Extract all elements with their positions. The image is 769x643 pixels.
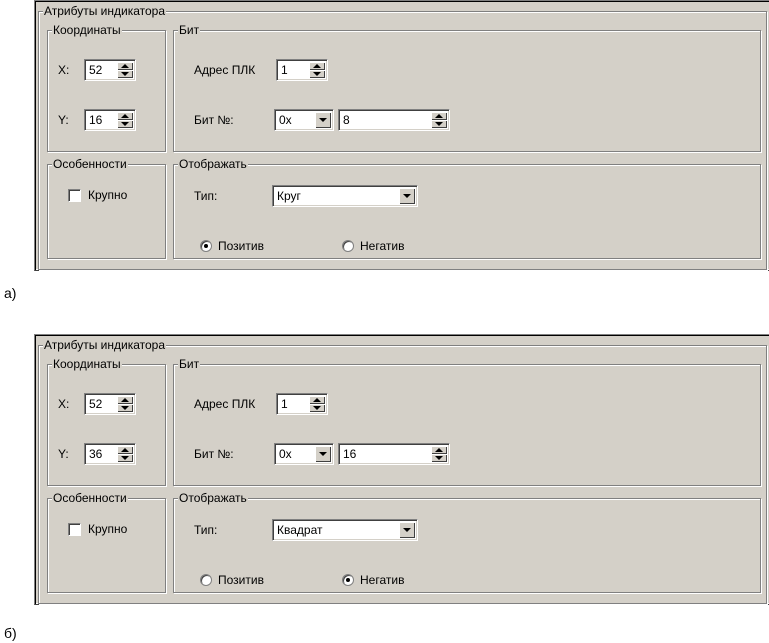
negative-radio[interactable] (342, 240, 354, 252)
large-checkbox[interactable] (68, 189, 81, 202)
y-value: 36 (89, 447, 103, 461)
spin-down-icon[interactable] (117, 454, 133, 462)
type-label: Тип: (194, 189, 218, 203)
x-spinbox[interactable]: 52 (84, 393, 136, 415)
y-value: 16 (89, 113, 103, 127)
positive-radio[interactable] (200, 240, 212, 252)
base-value: 0x (279, 113, 292, 127)
features-group: Особенности Крупно (47, 491, 166, 593)
features-title: Особенности (52, 157, 128, 171)
type-value: Квадрат (277, 523, 323, 537)
panel-b: Атрибуты индикатора Координаты X: 52 Y: … (34, 334, 769, 605)
features-group: Особенности Крупно (47, 157, 166, 259)
bit-number-label: Бит №: (194, 113, 234, 127)
type-dropdown[interactable]: Квадрат (272, 519, 418, 541)
group-title: Атрибуты индикатора (43, 4, 167, 18)
panel-b-caption: б) (4, 625, 17, 641)
spin-down-icon[interactable] (309, 404, 325, 412)
chevron-down-icon[interactable] (315, 446, 331, 462)
spin-up-icon[interactable] (117, 112, 133, 120)
spin-down-icon[interactable] (117, 120, 133, 128)
panel-a: Атрибуты индикатора Координаты X: 52 Y: … (34, 0, 769, 271)
bit-group: Бит Адрес ПЛК 1 Бит №: 0x 16 (173, 357, 761, 486)
spin-down-icon[interactable] (431, 120, 447, 128)
x-spin-buttons[interactable] (117, 396, 133, 412)
x-label: X: (58, 63, 70, 77)
bit-title: Бит (178, 357, 201, 371)
display-title: Отображать (178, 157, 248, 171)
plc-address-spinbox[interactable]: 1 (276, 393, 328, 415)
y-label: Y: (58, 447, 69, 461)
panel-a-caption: а) (4, 285, 17, 301)
bit-number-value: 8 (343, 113, 350, 127)
x-spin-buttons[interactable] (117, 62, 133, 78)
plc-spin-buttons[interactable] (309, 396, 325, 412)
y-spinbox[interactable]: 16 (84, 109, 136, 131)
large-label: Крупно (88, 188, 128, 202)
spin-up-icon[interactable] (309, 62, 325, 70)
y-spin-buttons[interactable] (117, 446, 133, 462)
bit-spin-buttons[interactable] (431, 446, 447, 462)
chevron-down-icon[interactable] (399, 188, 415, 204)
large-label: Крупно (88, 522, 128, 536)
bit-title: Бит (178, 23, 201, 37)
positive-label: Позитив (218, 573, 264, 587)
x-value: 52 (89, 397, 103, 411)
spin-up-icon[interactable] (117, 396, 133, 404)
coordinates-group: Координаты X: 52 Y: 36 (47, 357, 166, 486)
coordinates-group: Координаты X: 52 Y: 16 (47, 23, 166, 152)
spin-down-icon[interactable] (117, 404, 133, 412)
coordinates-title: Координаты (52, 23, 122, 37)
x-value: 52 (89, 63, 103, 77)
negative-label: Негатив (360, 239, 405, 253)
coordinates-title: Координаты (52, 357, 122, 371)
display-group: Отображать Тип: Квадрат Позитив Негатив (173, 491, 761, 593)
bit-number-spinbox[interactable]: 8 (338, 109, 450, 131)
negative-label: Негатив (360, 573, 405, 587)
negative-radio[interactable] (342, 574, 354, 586)
display-title: Отображать (178, 491, 248, 505)
y-spinbox[interactable]: 36 (84, 443, 136, 465)
indicator-attributes-group: Атрибуты индикатора Координаты X: 52 Y: … (38, 4, 767, 270)
type-dropdown[interactable]: Круг (272, 185, 418, 207)
spin-down-icon[interactable] (309, 70, 325, 78)
spin-up-icon[interactable] (117, 446, 133, 454)
plc-spin-buttons[interactable] (309, 62, 325, 78)
features-title: Особенности (52, 491, 128, 505)
plc-address-spinbox[interactable]: 1 (276, 59, 328, 81)
plc-address-value: 1 (281, 63, 288, 77)
y-spin-buttons[interactable] (117, 112, 133, 128)
spin-down-icon[interactable] (431, 454, 447, 462)
positive-label: Позитив (218, 239, 264, 253)
bit-group: Бит Адрес ПЛК 1 Бит №: 0x 8 (173, 23, 761, 152)
chevron-down-icon[interactable] (315, 112, 331, 128)
spin-up-icon[interactable] (117, 62, 133, 70)
plc-address-value: 1 (281, 397, 288, 411)
spin-up-icon[interactable] (431, 112, 447, 120)
indicator-attributes-group: Атрибуты индикатора Координаты X: 52 Y: … (38, 338, 767, 604)
bit-number-label: Бит №: (194, 447, 234, 461)
spin-up-icon[interactable] (431, 446, 447, 454)
spin-up-icon[interactable] (309, 396, 325, 404)
bit-spin-buttons[interactable] (431, 112, 447, 128)
bit-number-value: 16 (343, 447, 357, 461)
plc-address-label: Адрес ПЛК (194, 63, 256, 77)
base-value: 0x (279, 447, 292, 461)
bit-number-spinbox[interactable]: 16 (338, 443, 450, 465)
type-label: Тип: (194, 523, 218, 537)
y-label: Y: (58, 113, 69, 127)
type-value: Круг (277, 189, 301, 203)
base-dropdown[interactable]: 0x (274, 443, 334, 465)
plc-address-label: Адрес ПЛК (194, 397, 256, 411)
spin-down-icon[interactable] (117, 70, 133, 78)
positive-radio[interactable] (200, 574, 212, 586)
large-checkbox[interactable] (68, 523, 81, 536)
base-dropdown[interactable]: 0x (274, 109, 334, 131)
x-label: X: (58, 397, 70, 411)
display-group: Отображать Тип: Круг Позитив Негатив (173, 157, 761, 259)
chevron-down-icon[interactable] (399, 522, 415, 538)
x-spinbox[interactable]: 52 (84, 59, 136, 81)
group-title: Атрибуты индикатора (43, 338, 167, 352)
